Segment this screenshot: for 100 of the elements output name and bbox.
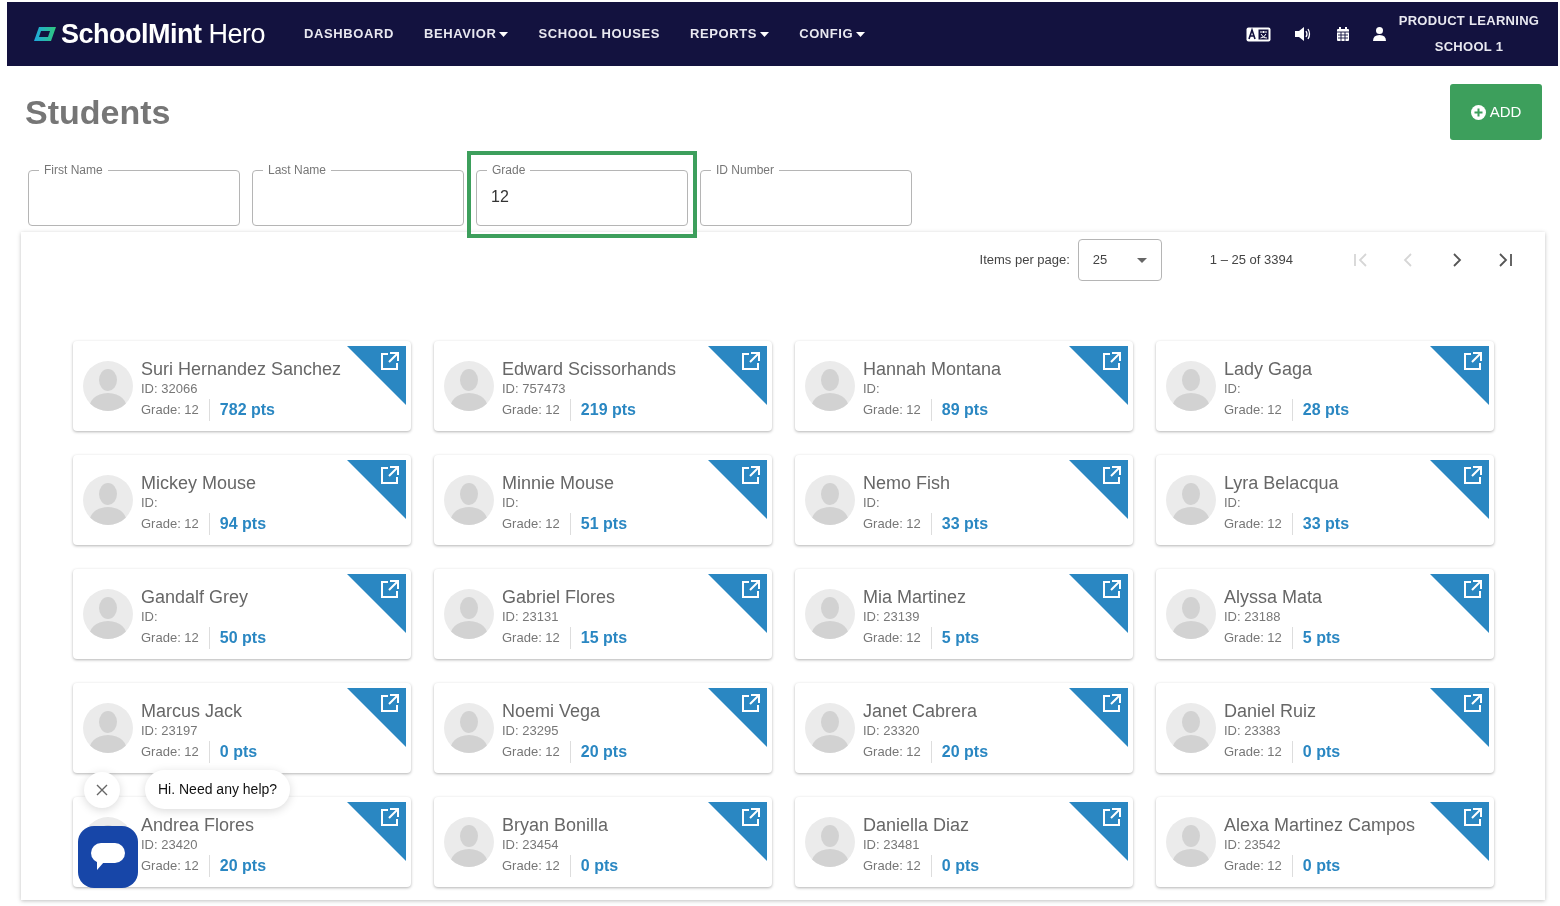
student-name: Bryan Bonilla bbox=[502, 814, 610, 836]
filter-field[interactable]: Grade 12 bbox=[476, 163, 688, 226]
open-link-icon[interactable] bbox=[1430, 802, 1489, 861]
open-link-icon[interactable] bbox=[347, 460, 406, 519]
student-card[interactable]: Gandalf Grey ID: Grade: 12 50 pts bbox=[73, 569, 411, 659]
student-id: ID: 23188 bbox=[1224, 608, 1282, 626]
student-grade: Grade: 12 bbox=[141, 857, 199, 875]
student-card[interactable]: Nemo Fish ID: Grade: 12 33 pts bbox=[795, 455, 1133, 545]
nav-link[interactable]: SCHOOL HOUSES bbox=[523, 24, 676, 44]
student-name: Mia Martinez bbox=[863, 586, 968, 608]
student-grade: Grade: 12 bbox=[863, 629, 921, 647]
student-card[interactable]: Gabriel Flores ID: 23131 Grade: 12 15 pts bbox=[434, 569, 772, 659]
open-link-icon[interactable] bbox=[708, 802, 767, 861]
page-range: 1 – 25 of 3394 bbox=[1209, 251, 1293, 270]
student-card[interactable]: Mickey Mouse ID: Grade: 12 94 pts bbox=[73, 455, 411, 545]
open-link-icon[interactable] bbox=[708, 688, 767, 747]
caret-icon bbox=[760, 31, 770, 38]
open-link-icon[interactable] bbox=[347, 574, 406, 633]
nav-dropdown[interactable]: REPORTS bbox=[675, 24, 785, 44]
student-points: 20 pts bbox=[219, 856, 267, 876]
open-link-icon[interactable] bbox=[1069, 688, 1128, 747]
speaker-icon[interactable] bbox=[1295, 27, 1313, 41]
user-icon[interactable] bbox=[1373, 27, 1386, 41]
student-grade: Grade: 12 bbox=[863, 743, 921, 761]
nav-link[interactable]: DASHBOARD bbox=[289, 24, 409, 44]
filter-field[interactable]: Last Name bbox=[252, 163, 464, 226]
translate-icon[interactable] bbox=[1246, 26, 1271, 42]
student-points: 219 pts bbox=[580, 400, 636, 420]
add-button[interactable]: ADD bbox=[1450, 84, 1542, 140]
filter-field[interactable]: ID Number bbox=[700, 163, 912, 226]
student-card[interactable]: Marcus Jack ID: 23197 Grade: 12 0 pts bbox=[73, 683, 411, 773]
open-link-icon[interactable] bbox=[1069, 802, 1128, 861]
student-id: ID: bbox=[863, 380, 881, 398]
student-name: Edward Scissorhands bbox=[502, 358, 677, 380]
student-points: 20 pts bbox=[580, 742, 628, 762]
student-name: Daniel Ruiz bbox=[1224, 700, 1318, 722]
open-link-icon[interactable] bbox=[1069, 460, 1128, 519]
field-label: First Name bbox=[43, 163, 104, 177]
student-card[interactable]: Bryan Bonilla ID: 23454 Grade: 12 0 pts bbox=[434, 797, 772, 887]
input-field[interactable]: 12 bbox=[477, 177, 687, 217]
student-name: Noemi Vega bbox=[502, 700, 602, 722]
student-id: ID: 32066 bbox=[141, 380, 199, 398]
student-card[interactable]: Daniella Diaz ID: 23481 Grade: 12 0 pts bbox=[795, 797, 1133, 887]
student-id: ID: bbox=[502, 494, 520, 512]
student-card[interactable]: Hannah Montana ID: Grade: 12 89 pts bbox=[795, 341, 1133, 431]
open-link-icon[interactable] bbox=[347, 802, 406, 861]
student-id: ID: bbox=[141, 608, 159, 626]
student-card[interactable]: Noemi Vega ID: 23295 Grade: 12 20 pts bbox=[434, 683, 772, 773]
student-grade: Grade: 12 bbox=[863, 401, 921, 419]
student-card[interactable]: Edward Scissorhands ID: 757473 Grade: 12 219 pts bbox=[434, 341, 772, 431]
student-id: ID: 23481 bbox=[863, 836, 921, 854]
student-card[interactable]: Minnie Mouse ID: Grade: 12 51 pts bbox=[434, 455, 772, 545]
open-link-icon[interactable] bbox=[347, 346, 406, 405]
open-link-icon[interactable] bbox=[708, 346, 767, 405]
student-points: 0 pts bbox=[1302, 856, 1341, 876]
chat-button[interactable] bbox=[78, 826, 138, 888]
page-size-select[interactable]: 25 bbox=[1077, 239, 1162, 281]
student-id: ID: 23295 bbox=[502, 722, 560, 740]
student-card[interactable]: Lady Gaga ID: Grade: 12 28 pts bbox=[1156, 341, 1494, 431]
student-card[interactable]: Mia Martinez ID: 23139 Grade: 12 5 pts bbox=[795, 569, 1133, 659]
student-grade: Grade: 12 bbox=[502, 401, 560, 419]
student-id: ID: 23320 bbox=[863, 722, 921, 740]
student-points: 51 pts bbox=[580, 514, 628, 534]
student-name: Mickey Mouse bbox=[141, 472, 258, 494]
open-link-icon[interactable] bbox=[1430, 574, 1489, 633]
student-points: 33 pts bbox=[941, 514, 989, 534]
open-link-icon[interactable] bbox=[708, 460, 767, 519]
caret-icon bbox=[856, 31, 866, 38]
student-grade: Grade: 12 bbox=[502, 743, 560, 761]
student-id: ID: 23139 bbox=[863, 608, 921, 626]
open-link-icon[interactable] bbox=[1430, 688, 1489, 747]
student-grade: Grade: 12 bbox=[502, 857, 560, 875]
student-card[interactable]: Lyra Belacqua ID: Grade: 12 33 pts bbox=[1156, 455, 1494, 545]
student-name: Gabriel Flores bbox=[502, 586, 617, 608]
student-card[interactable]: Suri Hernandez Sanchez ID: 32066 Grade: 12 782 pts bbox=[73, 341, 411, 431]
field-label: Grade bbox=[491, 163, 527, 177]
student-name: Alyssa Mata bbox=[1224, 586, 1324, 608]
open-link-icon[interactable] bbox=[1430, 460, 1489, 519]
nav-dropdown[interactable]: BEHAVIOR bbox=[408, 24, 524, 44]
open-link-icon[interactable] bbox=[708, 574, 767, 633]
student-card[interactable]: Daniel Ruiz ID: 23383 Grade: 12 0 pts bbox=[1156, 683, 1494, 773]
student-name: Lady Gaga bbox=[1224, 358, 1314, 380]
open-link-icon[interactable] bbox=[347, 688, 406, 747]
student-id: ID: bbox=[1224, 380, 1242, 398]
nav-dropdown[interactable]: CONFIG bbox=[784, 24, 881, 44]
student-points: 5 pts bbox=[1302, 628, 1341, 648]
field-label: ID Number bbox=[715, 163, 775, 177]
student-card[interactable]: Janet Cabrera ID: 23320 Grade: 12 20 pts bbox=[795, 683, 1133, 773]
filter-field[interactable]: First Name bbox=[28, 163, 240, 226]
student-grade: Grade: 12 bbox=[1224, 743, 1282, 761]
calendar-icon[interactable] bbox=[1337, 27, 1349, 41]
open-link-icon[interactable] bbox=[1069, 574, 1128, 633]
student-points: 20 pts bbox=[941, 742, 989, 762]
open-link-icon[interactable] bbox=[1430, 346, 1489, 405]
student-card[interactable]: Alyssa Mata ID: 23188 Grade: 12 5 pts bbox=[1156, 569, 1494, 659]
open-link-icon[interactable] bbox=[1069, 346, 1128, 405]
student-id: ID: 23383 bbox=[1224, 722, 1282, 740]
student-points: 50 pts bbox=[219, 628, 267, 648]
student-card[interactable]: Alexa Martinez Campos ID: 23542 Grade: 12 0 pts bbox=[1156, 797, 1494, 887]
brand-name[interactable]: SchoolMint Hero bbox=[61, 13, 265, 55]
